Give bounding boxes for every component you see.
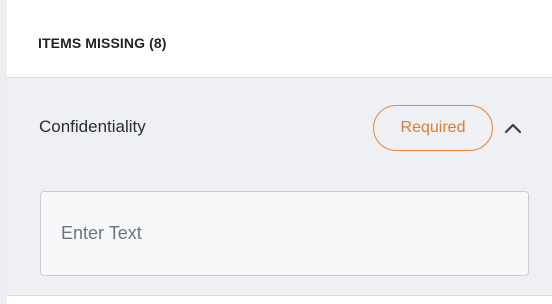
- chevron-up-icon-svg: [504, 123, 522, 134]
- required-badge: Required: [373, 105, 493, 151]
- section-label: Confidentiality: [39, 117, 146, 136]
- items-missing-panel: ITEMS MISSING (8) Confidentiality Requir…: [7, 0, 552, 304]
- confidentiality-section: Confidentiality Required: [7, 78, 552, 296]
- panel-title: ITEMS MISSING (8): [38, 35, 167, 51]
- items-missing-frame: ITEMS MISSING (8) Confidentiality Requir…: [0, 0, 552, 304]
- chevron-up-icon[interactable]: [501, 118, 525, 138]
- left-rail: [0, 0, 7, 304]
- panel-header: ITEMS MISSING (8): [7, 0, 552, 78]
- confidentiality-text-input[interactable]: [40, 191, 529, 276]
